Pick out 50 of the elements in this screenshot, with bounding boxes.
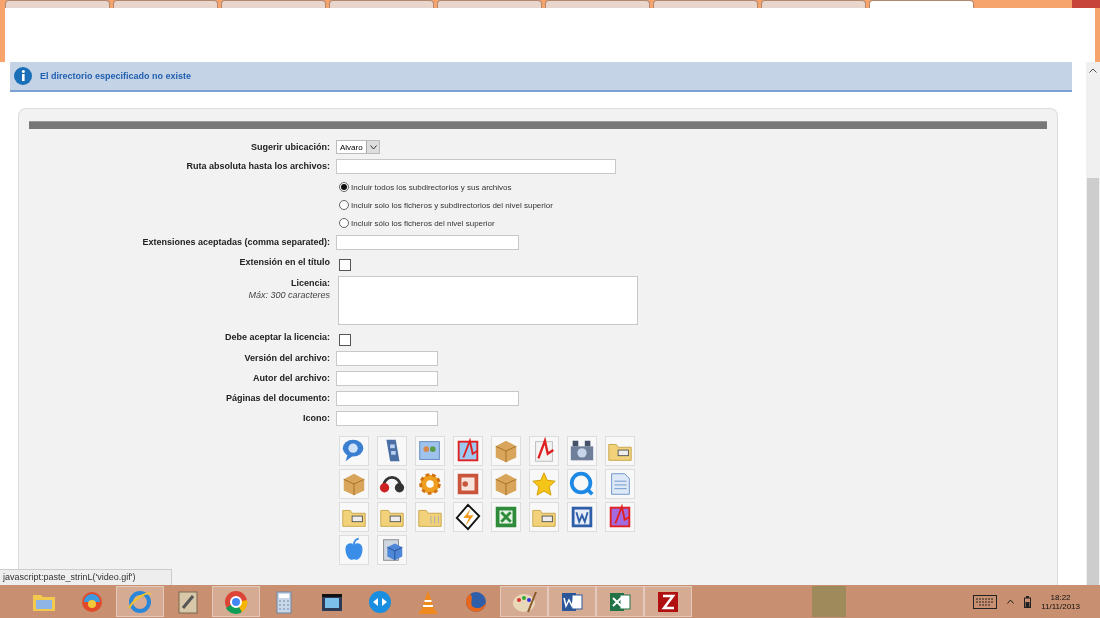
text-field[interactable]: [336, 351, 438, 366]
browser-tab[interactable]: [113, 0, 218, 8]
browser-tab[interactable]: [329, 0, 434, 8]
field-label: Extensión en el título: [239, 257, 330, 267]
info-icon: [14, 67, 32, 85]
field-label: Autor del archivo:: [253, 373, 330, 383]
browser-tab[interactable]: [869, 0, 974, 8]
radio-label[interactable]: Incluir solo los ficheros y subdirectorios del nivel superior: [351, 200, 553, 210]
radio-label[interactable]: Incluir todos los subdirectorios y sus archivos: [351, 182, 512, 192]
clock-time: 18:22: [1050, 592, 1071, 602]
field-label: Icono:: [303, 413, 330, 423]
scrollbar-thumb[interactable]: [1087, 178, 1099, 585]
field-label: Extensiones aceptadas (comma separated):: [142, 237, 330, 247]
field-label: Sugerir ubicación:: [251, 142, 330, 152]
text-field[interactable]: [336, 235, 519, 250]
keyboard-icon: [973, 594, 998, 609]
field-label: Licencia:: [291, 278, 330, 288]
browser-tab[interactable]: [761, 0, 866, 8]
browser-tab[interactable]: [653, 0, 758, 8]
text-field[interactable]: [336, 391, 519, 406]
field-label: Páginas del documento:: [226, 393, 330, 403]
message-text: El directorio especificado no existe: [40, 71, 192, 81]
text-field[interactable]: [336, 159, 616, 174]
browser-tab[interactable]: [437, 0, 542, 8]
field-label: Versión del archivo:: [244, 353, 330, 363]
gear-icon[interactable]: [416, 470, 444, 498]
browser-tab[interactable]: [221, 0, 326, 8]
lightning-icon[interactable]: [454, 503, 482, 531]
scroll-up-icon: [1089, 67, 1097, 73]
caret-up-icon: [1007, 599, 1015, 604]
browser-tab[interactable]: [5, 0, 110, 8]
license-textarea[interactable]: [338, 276, 638, 325]
clock-date: 11/11/2013: [1041, 601, 1080, 611]
radio-button[interactable]: [339, 182, 349, 192]
text-field[interactable]: [336, 371, 438, 386]
browser-tab[interactable]: [545, 0, 650, 8]
text-field[interactable]: [336, 411, 438, 426]
star-icon[interactable]: [530, 470, 558, 498]
location-select[interactable]: Alvaro: [336, 140, 380, 154]
field-label: Ruta absoluta hasta los archivos:: [186, 161, 330, 171]
checkbox[interactable]: [339, 259, 351, 271]
caret-icon: [369, 144, 377, 150]
status-url: javascript:paste_strinL('video.gif'): [3, 572, 136, 582]
radio-label[interactable]: Incluir sólo los ficheros del nivel superior: [351, 218, 495, 228]
radio-button[interactable]: [339, 200, 349, 210]
radio-button[interactable]: [339, 218, 349, 228]
field-label: Debe aceptar la licencia:: [224, 332, 330, 342]
battery-icon: [1024, 595, 1032, 608]
field-hint: Máx: 300 caracteres: [248, 290, 330, 300]
checkbox[interactable]: [339, 334, 351, 346]
